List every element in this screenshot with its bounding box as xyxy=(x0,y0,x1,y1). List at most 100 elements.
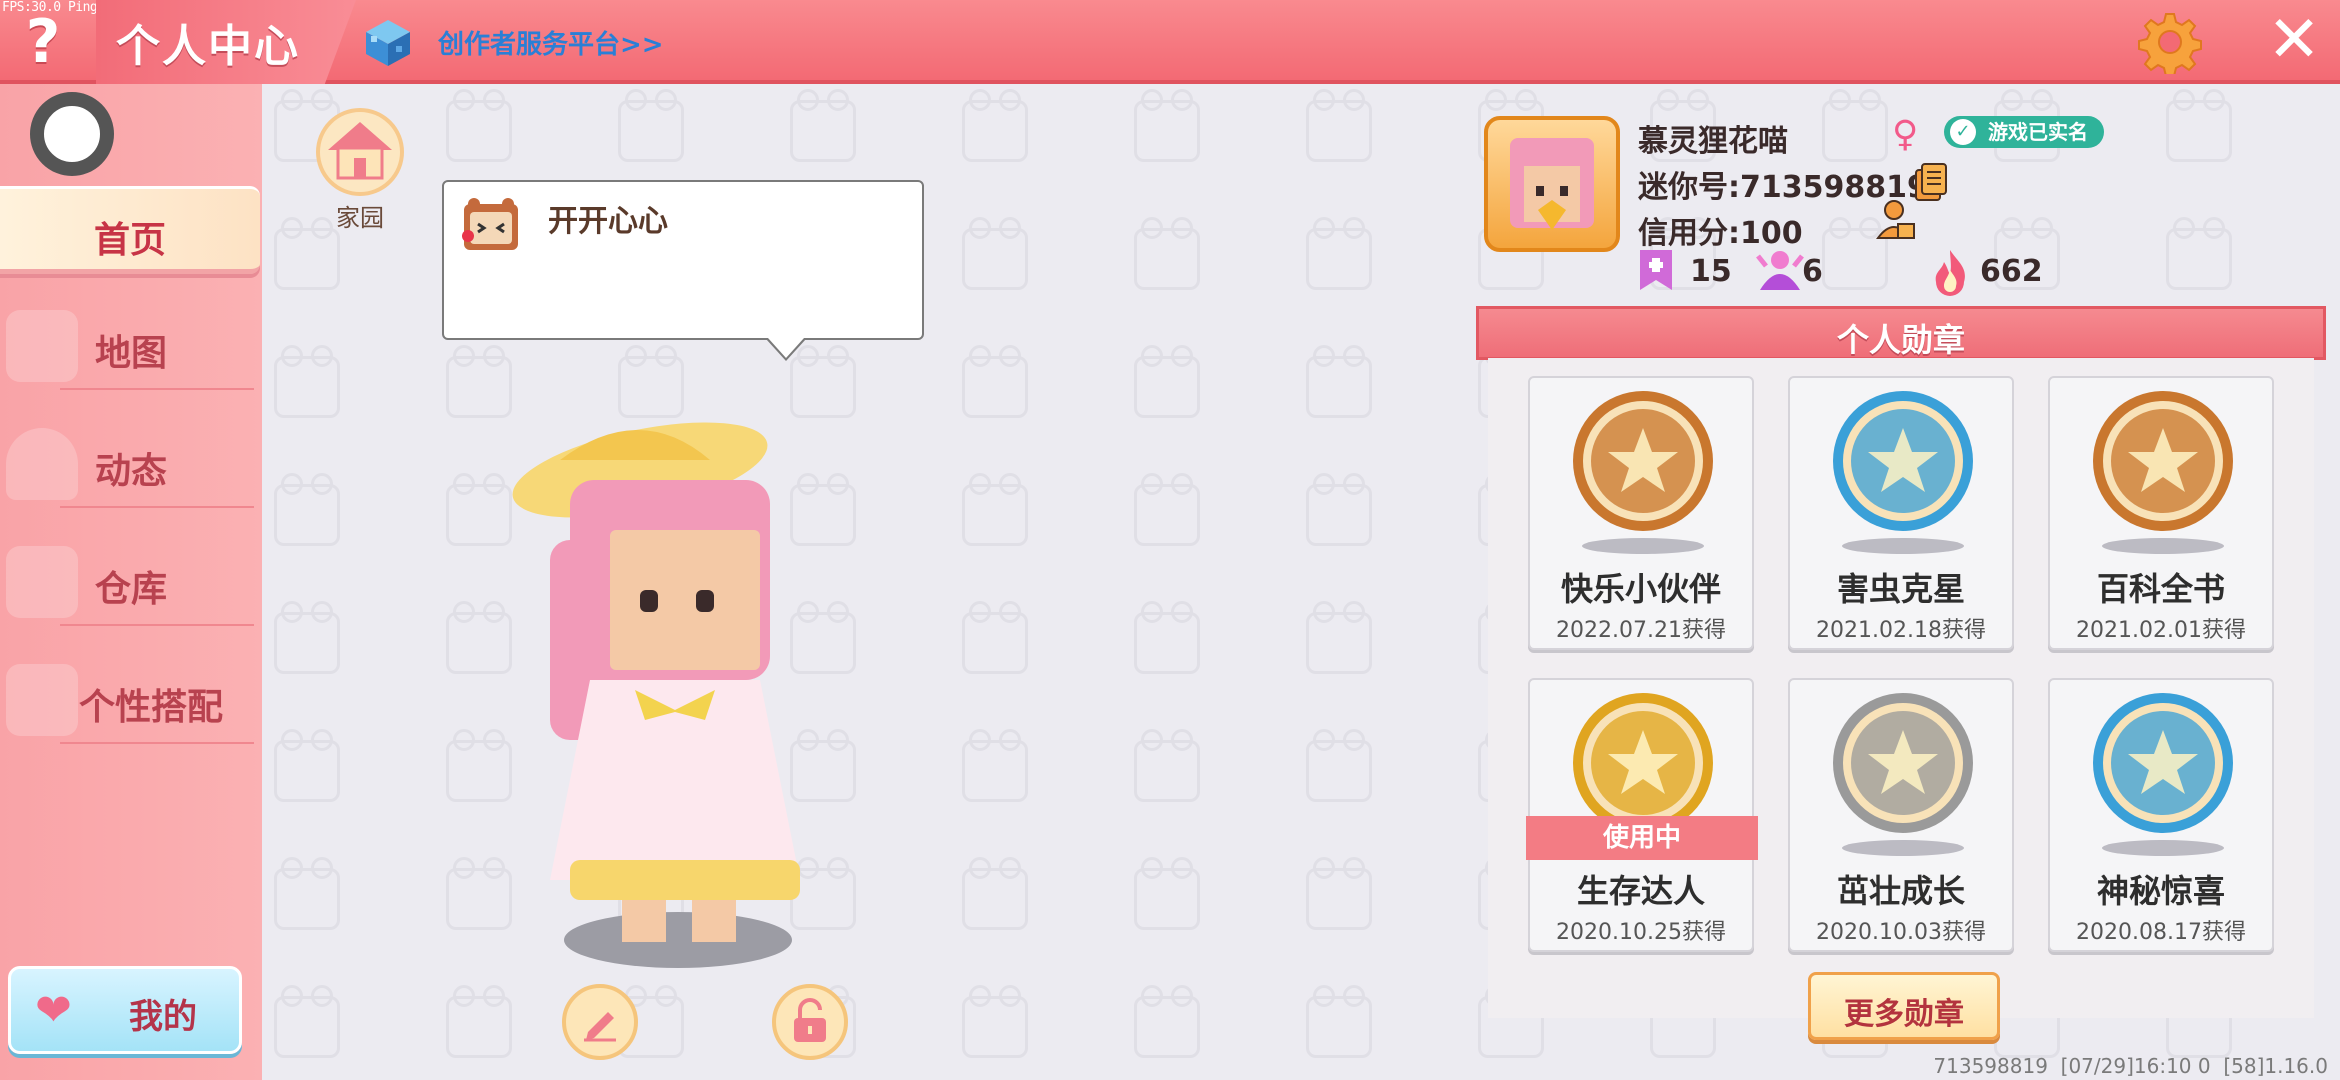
bookmark-icon xyxy=(1640,250,1672,290)
background-tile xyxy=(1134,985,1200,1058)
copy-icon[interactable] xyxy=(1912,162,1950,202)
sidebar-item-outfit[interactable]: 个性搭配 xyxy=(0,656,262,744)
build-info: 713598819 [07/29]16:10 0 [58]1.16.0 xyxy=(1933,1054,2328,1078)
avatar xyxy=(1510,138,1594,230)
sidebar-item-label: 地图 xyxy=(94,333,167,374)
people-icon[interactable] xyxy=(1874,198,1916,242)
female-icon: ♀ xyxy=(1892,114,1919,155)
credit-score: 信用分:100 xyxy=(1638,216,1803,251)
background-tile xyxy=(274,985,340,1058)
divider xyxy=(60,742,254,744)
background-tile xyxy=(1134,729,1200,802)
sidebar-item-feed[interactable]: 动态 xyxy=(0,420,262,508)
background-tile xyxy=(274,729,340,802)
speech-bubble[interactable]: 开开心心 xyxy=(442,180,924,361)
background-tile xyxy=(446,345,512,418)
medal-icon xyxy=(2093,391,2233,531)
background-tile xyxy=(1306,985,1372,1058)
divider xyxy=(60,624,254,626)
close-icon[interactable]: ✕ xyxy=(2262,8,2326,72)
nickname: 慕灵狸花喵 xyxy=(1638,124,1788,159)
background-tile xyxy=(962,857,1028,930)
medal-panel: 快乐小伙伴 2022.07.21获得 害虫克星 2021.02.18获得 百科全书 202… xyxy=(1488,358,2314,1018)
medal-name: 百科全书 xyxy=(2096,570,2225,608)
mood-face-icon xyxy=(462,198,518,250)
background-tile xyxy=(1134,217,1200,290)
fans-count: 6 xyxy=(1802,254,1823,289)
medal-name: 快乐小伙伴 xyxy=(1560,570,1721,608)
home-button[interactable] xyxy=(316,108,404,196)
background-tile xyxy=(1306,89,1372,162)
fans-icon xyxy=(1756,251,1804,290)
stat-fans: 6 xyxy=(1756,248,1823,292)
background-tile xyxy=(1306,473,1372,546)
medal-card[interactable]: 害虫克星 2021.02.18获得 xyxy=(1788,376,2014,650)
background-tile xyxy=(618,345,684,418)
sidebar-item-map[interactable]: 地图 xyxy=(0,302,262,390)
medal-date: 2020.08.17获得 xyxy=(2076,920,2246,945)
medal-card[interactable]: 快乐小伙伴 2022.07.21获得 xyxy=(1528,376,1754,650)
sidebar-item-storage[interactable]: 仓库 xyxy=(0,538,262,626)
background-tile xyxy=(1822,89,1888,162)
background-tile xyxy=(1306,729,1372,802)
divider xyxy=(60,388,254,390)
edit-button[interactable] xyxy=(562,984,638,1060)
medal-name: 神秘惊喜 xyxy=(2096,872,2225,910)
medal-shadow xyxy=(1842,538,1964,554)
background-tile xyxy=(618,89,684,162)
stat-bookmarks: 15 xyxy=(1636,248,1732,292)
sidebar-item-label: 仓库 xyxy=(94,569,167,610)
background-tile xyxy=(1306,857,1372,930)
background-tile xyxy=(962,729,1028,802)
background-tile xyxy=(1134,473,1200,546)
more-medals-label: 更多勋章 xyxy=(1844,997,1964,1032)
player-character[interactable] xyxy=(460,420,920,980)
mine-label: 我的 xyxy=(129,997,197,1037)
background-tile xyxy=(962,345,1028,418)
background-tile xyxy=(790,345,856,418)
help-button[interactable]: ? xyxy=(14,10,72,74)
medal-name: 茁壮成长 xyxy=(1836,872,1965,910)
medal-date: 2020.10.25获得 xyxy=(1556,920,1726,945)
cube-icon[interactable] xyxy=(362,16,414,68)
medal-date: 2020.10.03获得 xyxy=(1816,920,1986,945)
medal-card[interactable]: 茁壮成长 2020.10.03获得 xyxy=(1788,678,2014,952)
background-tile xyxy=(446,985,512,1058)
medal-card[interactable]: 百科全书 2021.02.01获得 xyxy=(2048,376,2274,650)
background-tile xyxy=(962,217,1028,290)
background-tile xyxy=(274,345,340,418)
sidebar-item-home[interactable]: 首页 xyxy=(0,186,260,274)
medal-card[interactable]: 神秘惊喜 2020.08.17获得 xyxy=(2048,678,2274,952)
heart-icon: ❤ xyxy=(35,985,72,1036)
heat-count: 662 xyxy=(1980,254,2043,289)
toggle-ring-button[interactable] xyxy=(30,92,114,176)
more-medals-button[interactable]: 更多勋章 xyxy=(1808,972,2000,1040)
mood-text: 开开心心 xyxy=(548,204,668,239)
profile-avatar[interactable] xyxy=(1484,116,1620,252)
background-tile xyxy=(2166,217,2232,290)
medal-icon xyxy=(2093,693,2233,833)
sidebar-item-label: 首页 xyxy=(93,220,166,261)
background-tile xyxy=(1306,601,1372,674)
mine-button[interactable]: ❤ 我的 xyxy=(8,966,242,1054)
home-label: 家园 xyxy=(336,204,384,232)
medal-icon xyxy=(1833,693,1973,833)
background-tile xyxy=(274,217,340,290)
sidebar: 首页 地图 动态 仓库 个性搭配 xyxy=(0,84,262,1080)
medal-shadow xyxy=(2102,840,2224,856)
in-use-badge: 使用中 xyxy=(1526,816,1758,860)
background-tile xyxy=(962,601,1028,674)
verified-label: 游戏已实名 xyxy=(1988,120,2088,144)
stat-heat: 662 xyxy=(1930,248,2043,296)
sidebar-item-label: 个性搭配 xyxy=(78,687,223,728)
medal-shadow xyxy=(1582,538,1704,554)
medal-name: 害虫克星 xyxy=(1836,570,1965,608)
lock-button[interactable] xyxy=(772,984,848,1060)
background-tile xyxy=(1134,601,1200,674)
gear-icon[interactable] xyxy=(2138,10,2202,74)
medal-date: 2021.02.01获得 xyxy=(2076,618,2246,643)
medal-panel-title: 个人勋章 xyxy=(1836,321,1965,359)
medal-card[interactable]: 使用中生存达人 2020.10.25获得 xyxy=(1526,678,1758,952)
medal-name: 生存达人 xyxy=(1576,872,1705,910)
creator-platform-link[interactable]: 创作者服务平台>> xyxy=(438,24,664,61)
